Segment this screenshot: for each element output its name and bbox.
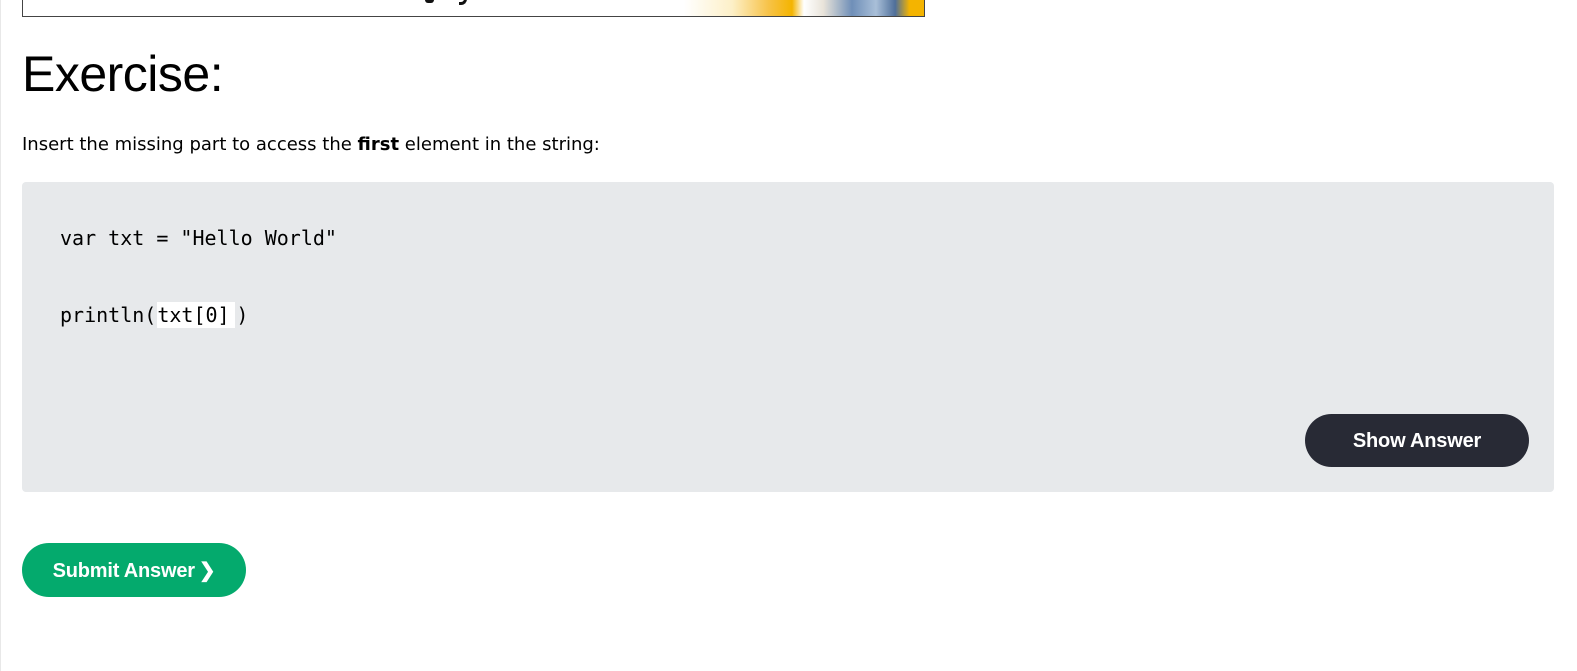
instruction-text: Insert the missing part to access the	[22, 134, 358, 155]
exercise-instruction: Insert the missing part to access the fi…	[22, 134, 600, 156]
submit-answer-label: Submit Answer	[52, 560, 195, 582]
code-prefix: println(	[60, 303, 157, 327]
instruction-text: element in the string:	[399, 134, 600, 155]
banner-image	[684, 0, 924, 16]
code-suffix: )	[236, 303, 249, 327]
submit-answer-button[interactable]: Submit Answer ❯	[22, 543, 246, 597]
code-line-1: var txt = "Hello World"	[60, 226, 337, 250]
advertisement-banner[interactable]	[22, 0, 925, 17]
exercise-title: Exercise:	[22, 46, 224, 102]
banner-glyph-fragment	[425, 0, 434, 3]
instruction-emphasis: first	[357, 134, 400, 155]
answer-input[interactable]	[157, 302, 236, 328]
banner-glyph-fragment	[459, 0, 467, 5]
page-left-border	[0, 0, 1, 671]
code-line-2: println()	[60, 302, 248, 328]
show-answer-button[interactable]: Show Answer	[1305, 414, 1529, 467]
exercise-code-box: var txt = "Hello World" println() Show A…	[22, 182, 1554, 492]
chevron-right-icon: ❯	[198, 560, 216, 582]
